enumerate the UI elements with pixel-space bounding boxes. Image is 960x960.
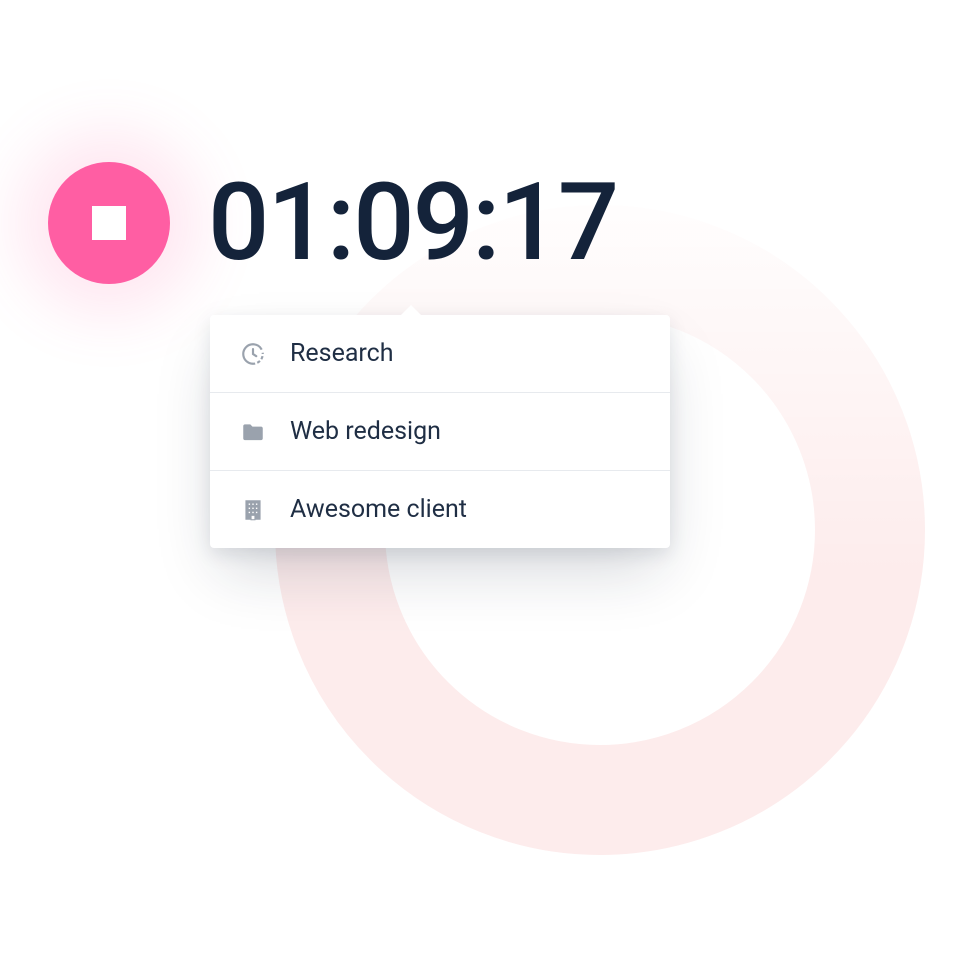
timer-row: 01:09:17	[48, 162, 617, 284]
dropdown-item-task[interactable]: Research	[210, 315, 670, 393]
dropdown-item-client[interactable]: Awesome client	[210, 471, 670, 548]
dropdown-item-project[interactable]: Web redesign	[210, 393, 670, 471]
stop-icon	[92, 206, 126, 240]
building-icon	[240, 497, 266, 523]
folder-icon	[240, 419, 266, 445]
clock-icon	[240, 341, 266, 367]
dropdown-item-label: Web redesign	[290, 417, 441, 446]
dropdown-item-label: Research	[290, 339, 394, 368]
dropdown-item-label: Awesome client	[290, 495, 467, 524]
stop-button[interactable]	[48, 162, 170, 284]
timer-details-dropdown: Research Web redesign	[210, 315, 670, 548]
timer-elapsed: 01:09:17	[208, 169, 617, 277]
